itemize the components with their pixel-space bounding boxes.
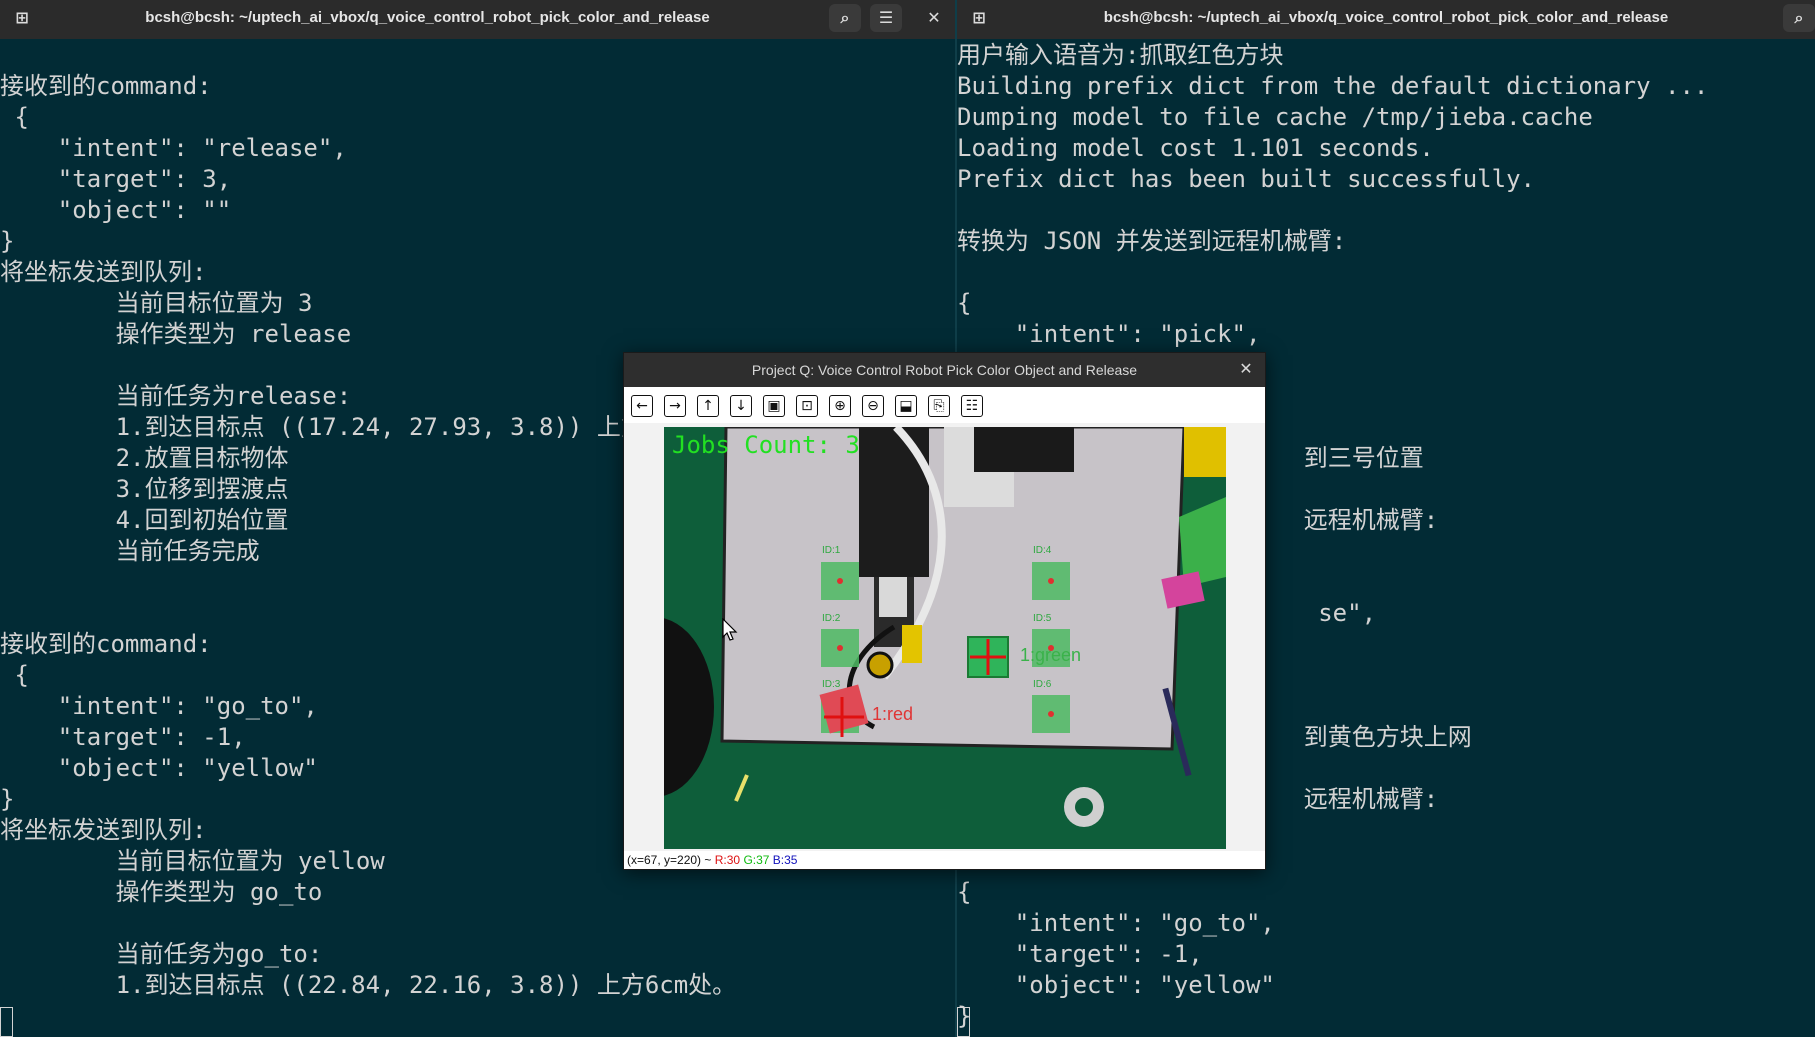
terminal-line: "intent": "go_to", [957,909,1275,937]
terminal-line: "intent": "release", [0,134,347,162]
terminal-line: 当前任务为go_to: [0,940,323,968]
image-viewer-window[interactable]: Project Q: Voice Control Robot Pick Colo… [623,352,1266,870]
terminal-line: "target": -1, [957,940,1203,968]
status-blue-value: B:35 [772,853,798,867]
search-icon[interactable]: ⌕ [829,4,861,32]
new-tab-icon[interactable]: ⊞ [6,4,38,32]
terminal-cursor [957,1007,970,1037]
camera-feed-image[interactable]: ID:1 ID:4 ID:2 ID:5 ID:3 ID:6 1:green 1:… [664,427,1226,849]
viewer-toolbar: ← → ↑ ↓ ▣ ⊡ ⊕ ⊖ ⬓ ⎘ ☷ [624,387,1265,423]
properties-icon[interactable]: ☷ [961,395,983,417]
terminal-line: { [957,289,972,317]
terminal-line: 操作类型为 go_to [0,878,323,906]
terminal-line: 用户输入语音为:抓取红色方块 [957,41,1284,69]
terminal-line: "object": "yellow" [957,971,1275,999]
save-icon[interactable]: ⬓ [895,395,917,417]
terminal-cursor [0,1007,13,1037]
terminal-line: 当前目标位置为 3 [0,289,313,317]
left-terminal-titlebar: ⊞ bcsh@bcsh: ~/uptech_ai_vbox/q_voice_co… [0,0,955,39]
terminal-line: { [0,103,29,131]
terminal-line: Prefix dict has been built successfully. [957,165,1535,193]
status-green-value: G:37 [743,853,770,867]
pan-left-icon[interactable]: ← [631,395,653,417]
terminal-line: Dumping model to file cache /tmp/jieba.c… [957,103,1593,131]
search-icon[interactable]: ⌕ [1783,4,1815,32]
terminal-line: "target": 3, [0,165,232,193]
red-detection-label: 1:red [872,704,913,724]
terminal-line: "object": "" [0,196,232,224]
zoom-in-icon[interactable]: ⊕ [829,395,851,417]
viewer-statusbar: (x=67, y=220) ~ R:30 G:37 B:35 [624,851,1265,869]
copy-clipboard-icon[interactable]: ⎘ [928,395,950,417]
id-label: ID:6 [1033,679,1052,690]
viewer-title: Project Q: Voice Control Robot Pick Colo… [751,362,1138,378]
zoom-fit-icon[interactable]: ▣ [763,395,785,417]
terminal-line: { [957,878,972,906]
terminal-line: Loading model cost 1.101 seconds. [957,134,1434,162]
terminal-line: "intent": "pick", [957,320,1261,348]
terminal-line: } [0,227,15,255]
terminal-line: Building prefix dict from the default di… [957,72,1709,100]
zoom-out-icon[interactable]: ⊖ [862,395,884,417]
left-terminal-title: bcsh@bcsh: ~/uptech_ai_vbox/q_voice_cont… [145,9,710,26]
status-coords: (x=67, y=220) ~ [627,853,712,867]
id-label: ID:4 [1033,545,1052,556]
zoom-original-icon[interactable]: ⊡ [796,395,818,417]
right-terminal-titlebar: ⊞ bcsh@bcsh: ~/uptech_ai_vbox/q_voice_co… [957,0,1815,39]
id-label: ID:5 [1033,613,1052,624]
status-red-value: R:30 [714,853,741,867]
terminal-line: } [957,1002,972,1030]
right-terminal-title: bcsh@bcsh: ~/uptech_ai_vbox/q_voice_cont… [1103,9,1669,26]
close-icon[interactable]: ✕ [918,4,950,32]
new-tab-icon[interactable]: ⊞ [963,4,995,32]
close-icon[interactable]: ✕ [1235,353,1257,387]
id-label: ID:3 [822,679,841,690]
terminal-line: 操作类型为 release [0,320,352,348]
pan-down-icon[interactable]: ↓ [730,395,752,417]
id-label: ID:2 [822,613,841,624]
menu-icon[interactable]: ☰ [870,4,902,32]
pan-up-icon[interactable]: ↑ [697,395,719,417]
mouse-pointer-icon [722,618,738,641]
terminal-line: 转换为 JSON 并发送到远程机械臂: [957,227,1347,255]
terminal-line: 接收到的command: [0,72,212,100]
green-detection-label: 1:green [1020,645,1081,665]
yellow-block [902,625,922,663]
terminal-line: 1.到达目标点 ((22.84, 22.16, 3.8)) 上方6cm处。 [0,971,737,999]
terminal-line: 将坐标发送到队列: [0,258,207,286]
viewer-titlebar: Project Q: Voice Control Robot Pick Colo… [624,353,1265,387]
camera-feed-drawing: ID:1 ID:4 ID:2 ID:5 ID:3 ID:6 1:green 1:… [664,427,1226,849]
jobs-count-overlay: Jobs Count: 3 [672,431,860,459]
pan-right-icon[interactable]: → [664,395,686,417]
id-label: ID:1 [822,545,841,556]
